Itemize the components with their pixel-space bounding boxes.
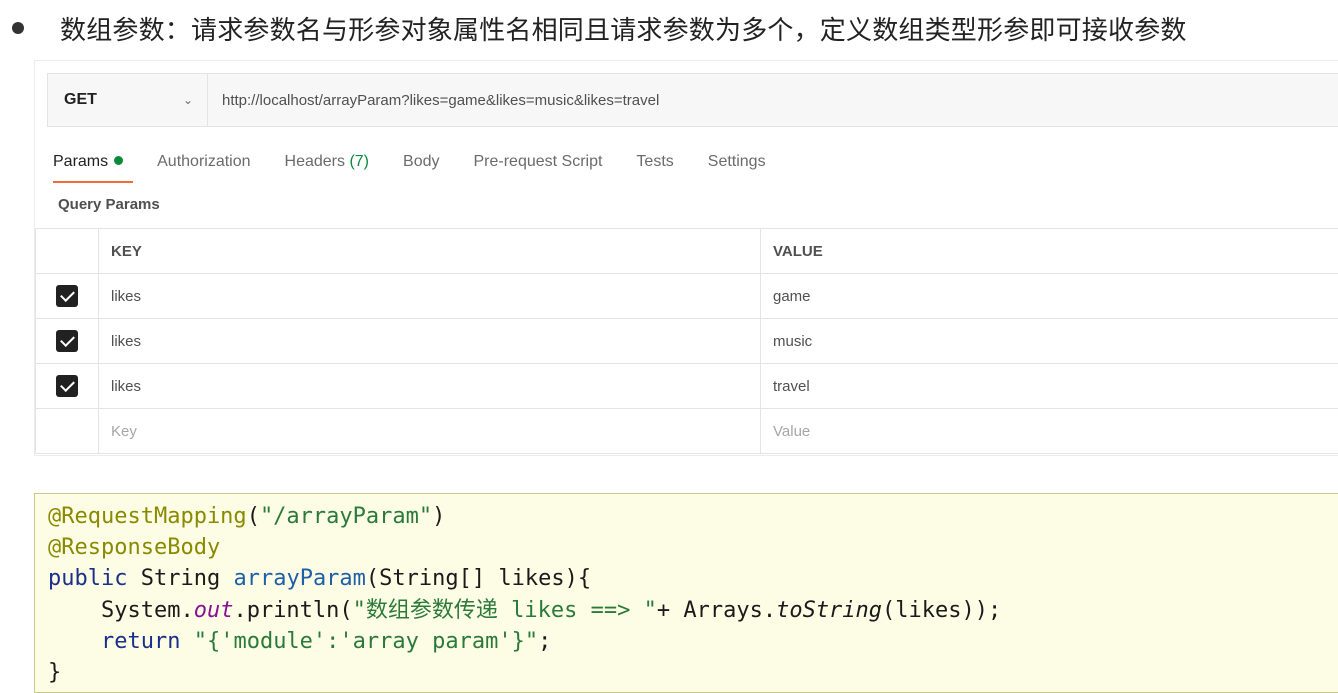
tab-headers-label: Headers bbox=[285, 153, 345, 170]
tab-tests[interactable]: Tests bbox=[636, 149, 673, 175]
row-checkbox-cell bbox=[36, 319, 99, 364]
value-placeholder-cell[interactable]: Value bbox=[761, 409, 1338, 454]
code-annotation: @RequestMapping bbox=[48, 504, 247, 529]
tab-settings[interactable]: Settings bbox=[708, 149, 766, 175]
tab-body[interactable]: Body bbox=[403, 149, 439, 175]
key-placeholder-cell[interactable]: Key bbox=[99, 409, 761, 454]
params-active-dot-icon bbox=[114, 156, 123, 165]
tab-pre-request-script-label: Pre-request Script bbox=[473, 153, 602, 170]
key-cell[interactable]: likes bbox=[99, 364, 761, 409]
code-keyword: public bbox=[48, 566, 127, 591]
code-string: "数组参数传递 likes ==> " bbox=[353, 598, 657, 623]
code-string: "/arrayParam" bbox=[260, 504, 432, 529]
key-placeholder: Key bbox=[99, 423, 137, 440]
value-cell[interactable]: music bbox=[761, 319, 1338, 364]
code-call-arg: (likes)); bbox=[882, 598, 1001, 623]
code-param-type: String[] bbox=[379, 566, 485, 591]
heading: 数组参数：请求参数名与形参对象属性名相同且请求参数为多个，定义数组类型形参即可接… bbox=[12, 8, 1187, 48]
tab-params-label: Params bbox=[53, 153, 108, 170]
method-select[interactable]: GET ⌄ bbox=[48, 74, 208, 126]
tab-pre-request-script[interactable]: Pre-request Script bbox=[473, 149, 602, 175]
table-row: likes game bbox=[36, 274, 1338, 319]
code-param-name: likes bbox=[498, 566, 564, 591]
code-concat: + Arrays. bbox=[657, 598, 776, 623]
method-label: GET bbox=[64, 91, 97, 109]
row-checkbox[interactable] bbox=[56, 330, 78, 352]
tab-authorization[interactable]: Authorization bbox=[157, 149, 250, 175]
value-placeholder: Value bbox=[761, 423, 810, 440]
header-checkbox-cell bbox=[36, 229, 99, 274]
bullet-icon bbox=[12, 22, 24, 34]
value-cell[interactable]: game bbox=[761, 274, 1338, 319]
row-checkbox-cell bbox=[36, 274, 99, 319]
code-type: String bbox=[141, 566, 220, 591]
table-row-new: Key Value bbox=[36, 409, 1338, 454]
tab-tests-label: Tests bbox=[636, 153, 673, 170]
headers-count: (7) bbox=[349, 153, 369, 170]
query-params-title: Query Params bbox=[58, 196, 160, 213]
chevron-down-icon: ⌄ bbox=[183, 93, 193, 107]
code-println: .println( bbox=[233, 598, 352, 623]
code-field-out: out bbox=[194, 598, 234, 623]
heading-text: 数组参数：请求参数名与形参对象属性名相同且请求参数为多个，定义数组类型形参即可接… bbox=[60, 10, 1187, 47]
table-row: likes travel bbox=[36, 364, 1338, 409]
code-block: @RequestMapping("/arrayParam") @Response… bbox=[34, 493, 1338, 693]
checkmark-icon bbox=[60, 287, 75, 302]
row-checkbox-cell bbox=[36, 364, 99, 409]
url-input[interactable]: http://localhost/arrayParam?likes=game&l… bbox=[208, 74, 1338, 126]
code-closing-brace: } bbox=[48, 660, 61, 685]
tab-headers[interactable]: Headers (7) bbox=[285, 149, 370, 175]
row-checkbox[interactable] bbox=[56, 285, 78, 307]
code-keyword: return bbox=[101, 629, 180, 654]
tab-params[interactable]: Params bbox=[53, 149, 123, 175]
row-checkbox-cell-empty bbox=[36, 409, 99, 454]
value-cell[interactable]: travel bbox=[761, 364, 1338, 409]
code-text: @RequestMapping("/arrayParam") @Response… bbox=[35, 494, 1338, 688]
code-string: "{'module':'array param'}" bbox=[194, 629, 538, 654]
request-tabs: Params Authorization Headers (7) Body Pr… bbox=[53, 149, 800, 185]
request-bar: GET ⌄ http://localhost/arrayParam?likes=… bbox=[47, 73, 1338, 127]
postman-request-panel: GET ⌄ http://localhost/arrayParam?likes=… bbox=[34, 60, 1338, 456]
key-cell[interactable]: likes bbox=[99, 319, 761, 364]
table-row: likes music bbox=[36, 319, 1338, 364]
tab-settings-label: Settings bbox=[708, 153, 766, 170]
checkmark-icon bbox=[60, 332, 75, 347]
code-annotation: @ResponseBody bbox=[48, 535, 220, 560]
table-header-row: KEY VALUE bbox=[36, 229, 1338, 274]
code-system: System. bbox=[101, 598, 194, 623]
header-key: KEY bbox=[99, 229, 761, 274]
query-params-table: KEY VALUE likes game likes music likes t… bbox=[35, 228, 1338, 454]
key-cell[interactable]: likes bbox=[99, 274, 761, 319]
code-static-call: toString bbox=[776, 598, 882, 623]
code-method-name: arrayParam bbox=[233, 566, 365, 591]
tab-authorization-label: Authorization bbox=[157, 153, 250, 170]
row-checkbox[interactable] bbox=[56, 375, 78, 397]
checkmark-icon bbox=[60, 377, 75, 392]
tab-body-label: Body bbox=[403, 153, 439, 170]
header-value: VALUE bbox=[761, 229, 1338, 274]
